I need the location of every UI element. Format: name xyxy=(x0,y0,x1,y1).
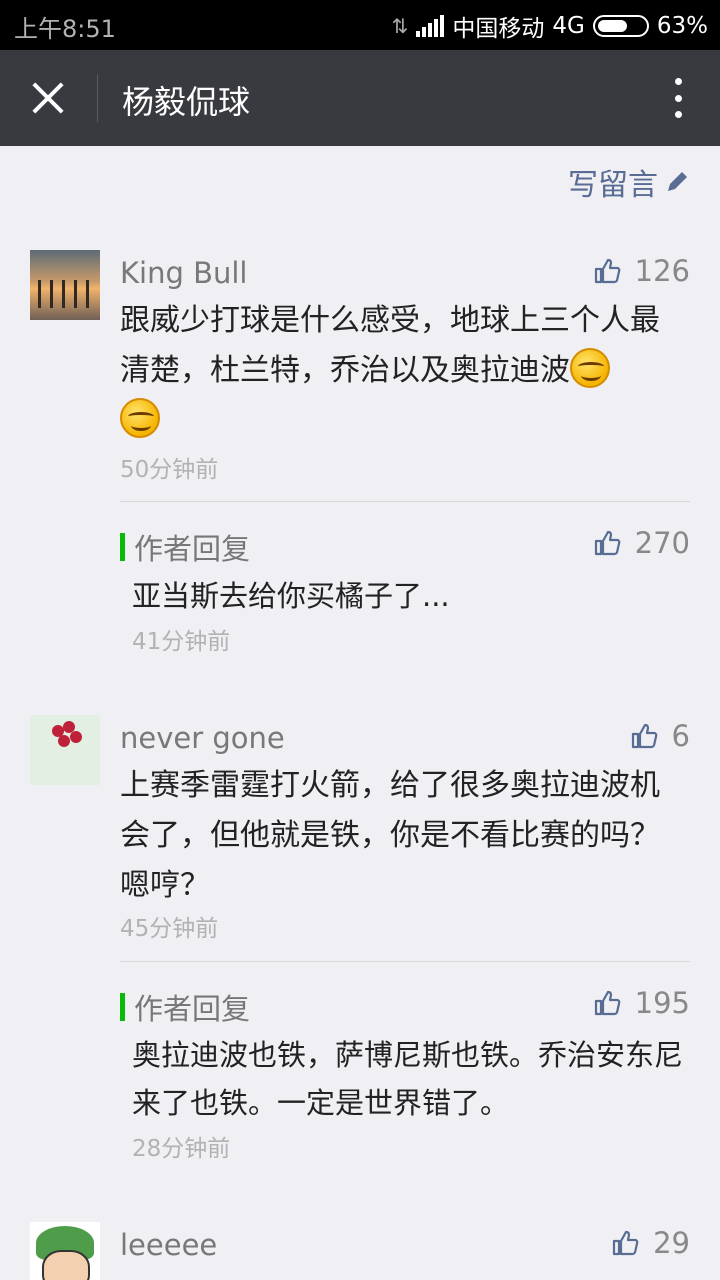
comment-text: 跟威少打球是什么感受，地球上三个人最清楚，杜兰特，乔治以及奥拉迪波 xyxy=(120,296,680,446)
comment-text: 上赛季雷霆打火箭，给了很多奥拉迪波机会了，但他就是铁，你是不看比赛的吗？嗯哼？ xyxy=(120,768,660,903)
avatar[interactable] xyxy=(30,715,100,785)
like-button[interactable]: 6 xyxy=(630,719,690,753)
reply-time: 28分钟前 xyxy=(132,1136,231,1162)
avatar[interactable] xyxy=(30,1222,100,1280)
title-divider xyxy=(97,74,98,122)
reply-like-button[interactable]: 270 xyxy=(593,526,690,560)
smirk-emoji-icon xyxy=(570,348,610,388)
comment-author[interactable]: leeeee xyxy=(120,1228,217,1262)
write-comment-label: 写留言 xyxy=(568,168,658,203)
comment-time: 50分钟前 xyxy=(120,457,219,483)
network-type: 4G xyxy=(552,13,585,39)
status-bar: 上午8:51 ⇅ 中国移动 4G 63% xyxy=(0,0,720,50)
carrier-name: 中国移动 xyxy=(452,16,545,42)
comment-author[interactable]: never gone xyxy=(120,721,285,755)
smirk-emoji-icon xyxy=(120,398,160,438)
author-reply-text-label: 作者回复 xyxy=(134,992,251,1026)
author-reply-label: 作者回复 xyxy=(120,526,250,568)
author-reply-text-label: 作者回复 xyxy=(134,532,251,566)
author-reply-text: 亚当斯去给你买橘子了... xyxy=(132,579,450,613)
thumbs-up-icon xyxy=(594,990,620,1016)
comment-author[interactable]: King Bull xyxy=(120,256,247,290)
like-button[interactable]: 29 xyxy=(611,1226,690,1260)
title-bar: 杨毅侃球 xyxy=(0,50,720,146)
battery-icon xyxy=(592,15,649,37)
author-reply-text: 奥拉迪波也铁，萨博尼斯也铁。乔治安东尼来了也铁。一定是世界错了。 xyxy=(132,1038,684,1120)
like-count: 29 xyxy=(653,1226,690,1260)
thumbs-up-icon xyxy=(594,530,620,556)
like-count: 195 xyxy=(634,986,690,1020)
status-time: 上午8:51 xyxy=(14,15,116,43)
divider xyxy=(120,961,690,962)
battery-percent: 63% xyxy=(656,13,708,39)
signal-icon xyxy=(416,15,445,37)
reply-marker xyxy=(120,993,125,1021)
battery-level-fill xyxy=(597,20,627,32)
pencil-icon xyxy=(668,172,687,191)
reply-marker xyxy=(120,533,125,561)
like-count: 6 xyxy=(671,719,690,753)
write-comment-button[interactable]: 写留言 xyxy=(568,160,690,204)
thumbs-up-icon xyxy=(612,1230,639,1256)
avatar[interactable] xyxy=(30,250,100,320)
data-arrows-icon: ⇅ xyxy=(391,14,409,38)
reply-time: 41分钟前 xyxy=(132,629,231,655)
divider xyxy=(120,501,690,502)
like-count: 270 xyxy=(634,526,690,560)
page-title: 杨毅侃球 xyxy=(122,83,251,121)
author-reply-label: 作者回复 xyxy=(120,986,250,1028)
thumbs-up-icon xyxy=(631,723,657,749)
comment-time: 45分钟前 xyxy=(120,916,219,942)
close-icon[interactable] xyxy=(22,74,74,122)
like-button[interactable]: 126 xyxy=(593,254,690,288)
reply-like-button[interactable]: 195 xyxy=(593,986,690,1020)
thumbs-up-icon xyxy=(594,258,620,284)
status-right: ⇅ 中国移动 4G 63% xyxy=(392,9,708,43)
like-count: 126 xyxy=(634,254,690,288)
more-vertical-icon[interactable] xyxy=(666,78,690,118)
